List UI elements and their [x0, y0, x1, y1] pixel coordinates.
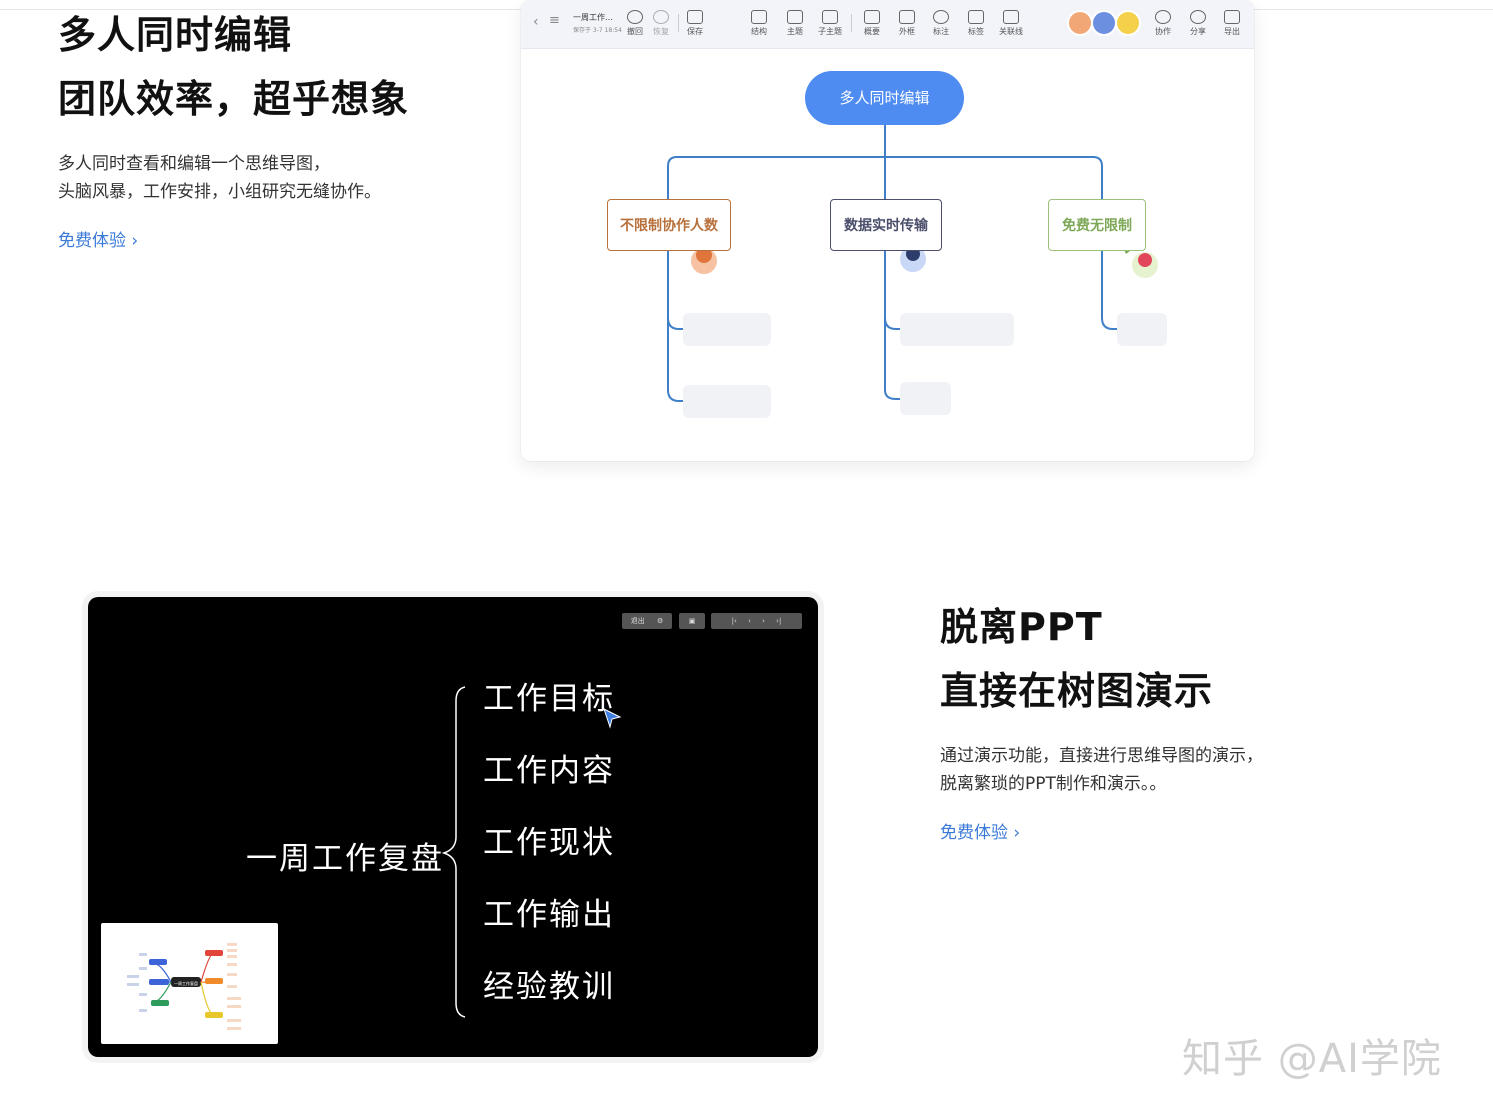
- collab-free-trial-link[interactable]: 免费体验 ›: [58, 226, 138, 251]
- presentation-topic-2[interactable]: 工作内容: [483, 745, 615, 790]
- mindmap-branch-node-1[interactable]: 不限制协作人数: [607, 199, 731, 251]
- collab-desc-line1: 多人同时查看和编辑一个思维导图，: [58, 154, 330, 174]
- present-title-line1: 脱离PPT: [940, 605, 1103, 649]
- section-collab-text: 多人同时编辑 团队效率，超乎想象 多人同时查看和编辑一个思维导图， 头脑风暴，工…: [58, 8, 478, 251]
- mindmap-root-node[interactable]: 多人同时编辑: [805, 71, 964, 125]
- mindmap-branch-node-2[interactable]: 数据实时传输: [830, 199, 942, 251]
- presentation-topic-4[interactable]: 工作输出: [483, 889, 615, 934]
- collab-desc-line2: 头脑风暴，工作安排，小组研究无缝协作。: [58, 182, 381, 202]
- collab-title-line2: 团队效率，超乎想象: [58, 77, 410, 121]
- present-title-line2: 直接在树图演示: [940, 669, 1214, 713]
- branch-node-label: 数据实时传输: [844, 218, 928, 234]
- section-present-text: 脱离PPT 直接在树图演示 通过演示功能，直接进行思维导图的演示， 脱离繁琐的P…: [940, 600, 1360, 843]
- minimap-drawing: 一周工作复盘: [127, 943, 241, 1030]
- branch-node-label: 不限制协作人数: [620, 218, 718, 234]
- root-node-label: 多人同时编辑: [839, 89, 930, 107]
- mindmap-branch-node-3[interactable]: 免费无限制: [1048, 199, 1146, 251]
- present-desc-line1: 通过演示功能，直接进行思维导图的演示，: [940, 746, 1263, 766]
- minimap-thumbnail[interactable]: 一周工作复盘: [101, 923, 278, 1044]
- presentation-topic-3[interactable]: 工作现状: [483, 817, 615, 862]
- present-desc-line2: 脱离繁琐的PPT制作和演示。。: [940, 774, 1167, 794]
- mindmap-editor-preview: ‹ ≡ 一周工作… 保存于 3-7 18:54 撤回 恢复 保存 结构 主题 子…: [521, 0, 1254, 461]
- minimap-root-label: 一周工作复盘: [174, 980, 198, 986]
- presentation-topic-5[interactable]: 经验教训: [483, 961, 615, 1006]
- zhihu-watermark: 知乎 @AI学院: [1182, 1036, 1442, 1082]
- presentation-topic-1[interactable]: 工作目标: [483, 673, 615, 718]
- presentation-root-topic[interactable]: 一周工作复盘: [246, 833, 444, 878]
- branch-node-label: 免费无限制: [1062, 218, 1132, 234]
- present-free-trial-link[interactable]: 免费体验 ›: [940, 818, 1020, 843]
- presentation-preview: 退出 ⚙ ▣ |‹ ‹ › ›| 一周工作复盘 工作目标 工作内容 工作现状 工…: [88, 597, 818, 1057]
- collab-title-line1: 多人同时编辑: [58, 13, 293, 57]
